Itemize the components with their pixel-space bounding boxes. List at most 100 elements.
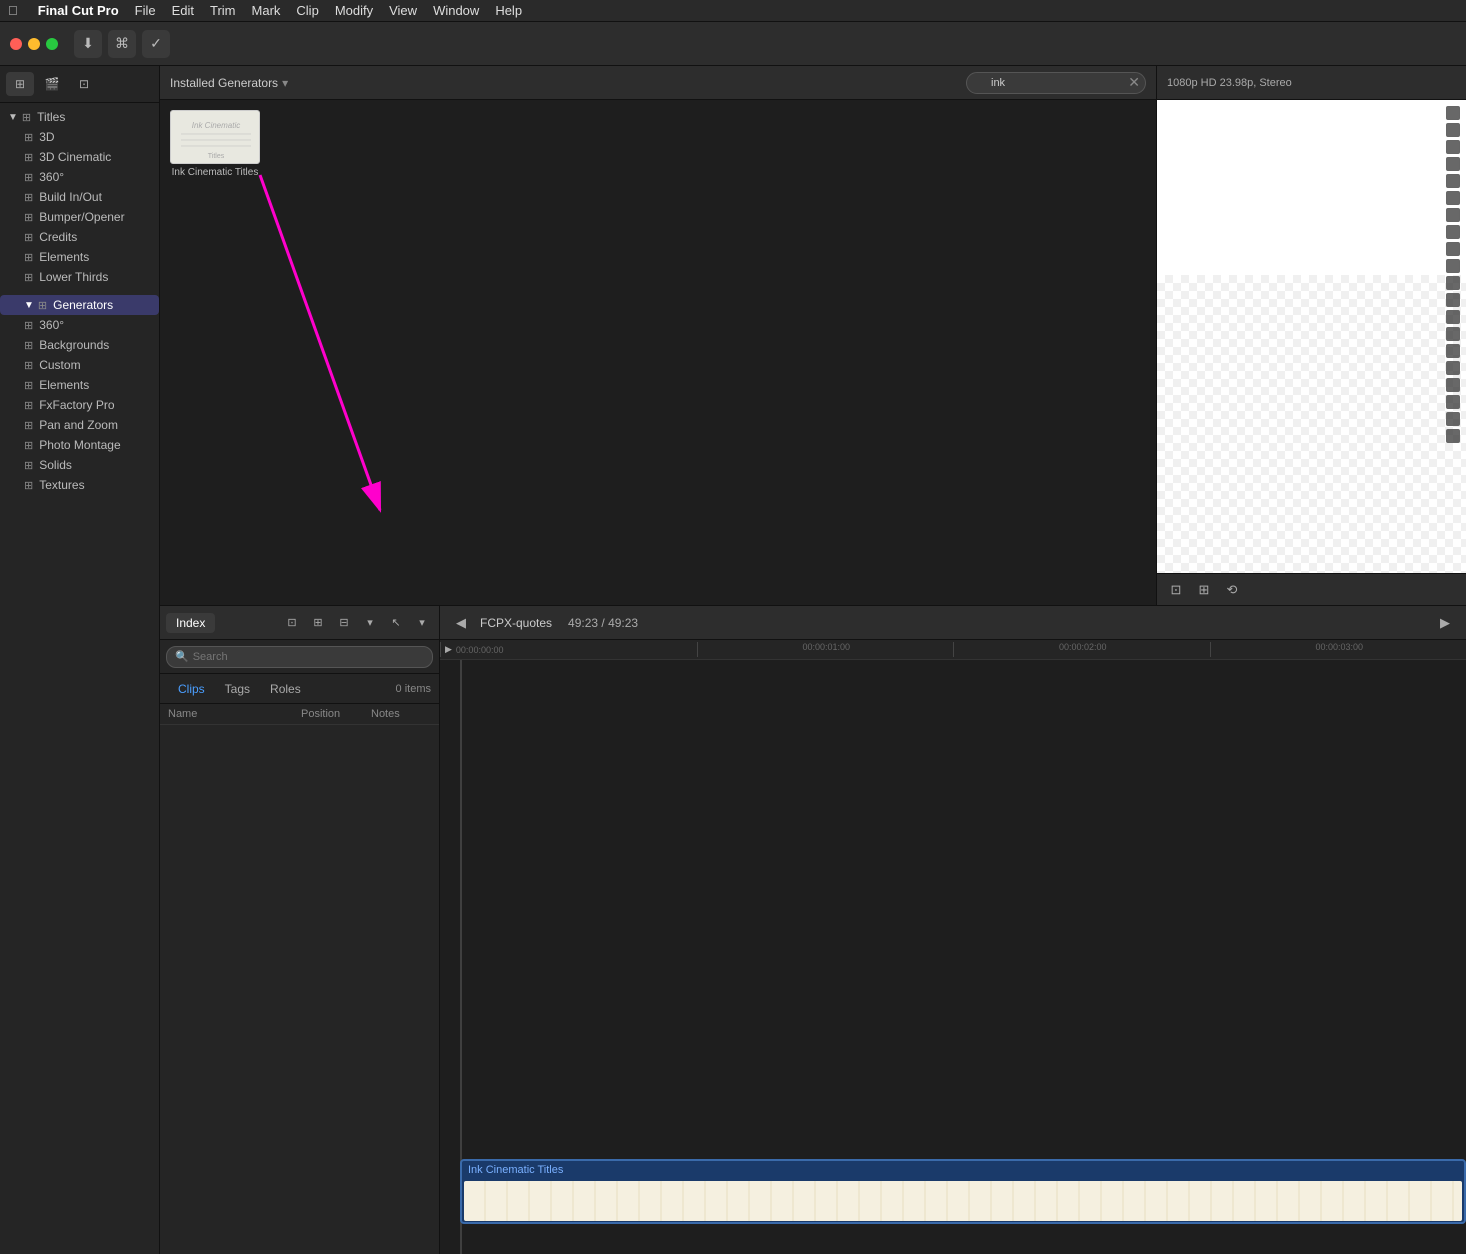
thumbnail-image: Ink Cinematic Titles [170,110,260,164]
index-panel: Index ⊡ ⊞ ⊟ ▾ ↖ ▾ 🔍 [160,606,440,1254]
dropdown-arrow-icon[interactable]: ▾ [282,76,288,90]
sidebar-item-lower-thirds[interactable]: ⊞ Lower Thirds [0,267,159,287]
preview-checkbox-9[interactable] [1446,242,1460,256]
sidebar: ⊞ 🎬 ⊡ ▼ ⊞ Titles ⊞ 3D ⊞ 3D Cinematic ⊞ 3… [0,66,160,1254]
sidebar-item-credits[interactable]: ⊞ Credits [0,227,159,247]
index-search-wrapper: 🔍 [166,646,433,668]
share-button[interactable]: ⌘ [108,30,136,58]
sidebar-tab-libraries[interactable]: ⊞ [6,72,34,96]
sidebar-item-pan-and-zoom[interactable]: ⊞ Pan and Zoom [0,415,159,435]
sidebar-item-build-in-out[interactable]: ⊞ Build In/Out [0,187,159,207]
sidebar-item-textures[interactable]: ⊞ Textures [0,475,159,495]
main-layout: ⊞ 🎬 ⊡ ▼ ⊞ Titles ⊞ 3D ⊞ 3D Cinematic ⊞ 3… [0,66,1466,1254]
preview-checkbox-10[interactable] [1446,259,1460,273]
preview-fit-button[interactable]: ⊡ [1165,579,1187,601]
index-split-btn[interactable]: ⊟ [333,612,355,634]
close-button[interactable] [10,38,22,50]
titles-group-header[interactable]: ▼ ⊞ Titles [0,107,159,127]
preview-checkbox-14[interactable] [1446,327,1460,341]
apple-logo-icon[interactable]:  [8,3,18,18]
preview-checkbox-20[interactable] [1446,429,1460,443]
item-icon: ⊞ [24,459,33,472]
preview-checkbox-17[interactable] [1446,378,1460,392]
index-view-options-btn[interactable]: ▾ [359,612,381,634]
preview-top [1157,100,1466,275]
preview-checkbox-13[interactable] [1446,310,1460,324]
preview-zoom-button[interactable]: ⊞ [1193,579,1215,601]
menu-modify[interactable]: Modify [335,3,373,18]
sidebar-item-solids[interactable]: ⊞ Solids [0,455,159,475]
search-clear-button[interactable]: ✕ [1128,74,1140,91]
maximize-button[interactable] [46,38,58,50]
clip-tab-clips[interactable]: Clips [168,679,215,699]
menu-mark[interactable]: Mark [252,3,281,18]
ruler-marks: ▶ 00:00:00:00 00:00:01:00 00:00:02:00 00… [440,642,1466,659]
timeline-prev-btn[interactable]: ◀ [450,612,472,634]
generators-group-header[interactable]: ▼ ⊞ Generators [0,295,159,315]
sidebar-item-360[interactable]: ⊞ 360° [0,167,159,187]
timeline-area: ◀ FCPX-quotes 49:23 / 49:23 ▶ ▶ 00:00:00… [440,606,1466,1254]
minimize-button[interactable] [28,38,40,50]
menu-window[interactable]: Window [433,3,479,18]
preview-checkbox-15[interactable] [1446,344,1460,358]
titles-section-icon: ⊞ [22,111,31,124]
tutorial-arrow [160,100,1156,605]
import-button[interactable]: ⬇ [74,30,102,58]
search-input[interactable] [966,72,1146,94]
preview-checkbox-19[interactable] [1446,412,1460,426]
index-cursor-btn[interactable]: ↖ [385,612,407,634]
index-list-btn[interactable]: ⊡ [281,612,303,634]
sidebar-item-3d-cinematic[interactable]: ⊞ 3D Cinematic [0,147,159,167]
index-grid-btn[interactable]: ⊞ [307,612,329,634]
preview-checkbox-3[interactable] [1446,140,1460,154]
preview-content [1157,100,1466,573]
preview-panel: 1080p HD 23.98p, Stereo [1156,66,1466,605]
clip-tab-roles[interactable]: Roles [260,679,311,699]
preview-checkbox-11[interactable] [1446,276,1460,290]
item-icon: ⊞ [24,231,33,244]
preview-checkbox-6[interactable] [1446,191,1460,205]
item-icon: ⊞ [24,379,33,392]
preview-checkbox-2[interactable] [1446,123,1460,137]
preview-checkbox-5[interactable] [1446,174,1460,188]
sidebar-item-elements[interactable]: ⊞ Elements [0,247,159,267]
preview-checkbox-12[interactable] [1446,293,1460,307]
menu-clip[interactable]: Clip [296,3,318,18]
preview-checkbox-1[interactable] [1446,106,1460,120]
timeline-content[interactable]: Ink Cinematic Titles [440,660,1466,1254]
preview-checkbox-7[interactable] [1446,208,1460,222]
menu-edit[interactable]: Edit [172,3,194,18]
sidebar-item-gen-elements[interactable]: ⊞ Elements [0,375,159,395]
index-tab[interactable]: Index [166,613,215,633]
preview-compare-button[interactable]: ⟲ [1221,579,1243,601]
preview-checkbox-18[interactable] [1446,395,1460,409]
thumbnail-ink-cinematic[interactable]: Ink Cinematic Titles Ink Cinematic Title… [170,110,260,178]
sidebar-item-custom[interactable]: ⊞ Custom [0,355,159,375]
sidebar-tab-photos[interactable]: 🎬 [38,72,66,96]
item-icon: ⊞ [24,271,33,284]
menu-view[interactable]: View [389,3,417,18]
track-clip-ink-cinematic[interactable]: Ink Cinematic Titles [460,1159,1466,1224]
preview-checkbox-8[interactable] [1446,225,1460,239]
sidebar-item-backgrounds[interactable]: ⊞ Backgrounds [0,335,159,355]
timeline-next-btn[interactable]: ▶ [1434,612,1456,634]
timeline-timecode: 49:23 / 49:23 [568,616,638,630]
preview-checkbox-4[interactable] [1446,157,1460,171]
clip-tab-tags[interactable]: Tags [215,679,260,699]
index-search-input[interactable] [193,651,424,663]
sidebar-item-3d[interactable]: ⊞ 3D [0,127,159,147]
sidebar-tab-generators[interactable]: ⊡ [70,72,98,96]
preview-checkbox-16[interactable] [1446,361,1460,375]
sidebar-item-fxfactory-pro[interactable]: ⊞ FxFactory Pro [0,395,159,415]
background-tasks-button[interactable]: ✓ [142,30,170,58]
sidebar-item-gen-360[interactable]: ⊞ 360° [0,315,159,335]
menu-help[interactable]: Help [495,3,522,18]
menu-trim[interactable]: Trim [210,3,236,18]
index-cursor-drop-btn[interactable]: ▾ [411,612,433,634]
sidebar-item-bumper-opener[interactable]: ⊞ Bumper/Opener [0,207,159,227]
index-columns: Name Position Notes [160,704,439,725]
sidebar-item-photo-montage[interactable]: ⊞ Photo Montage [0,435,159,455]
track-clip-body [464,1181,1462,1221]
menu-file[interactable]: File [135,3,156,18]
timeline-ruler: ▶ 00:00:00:00 00:00:01:00 00:00:02:00 00… [440,640,1466,660]
